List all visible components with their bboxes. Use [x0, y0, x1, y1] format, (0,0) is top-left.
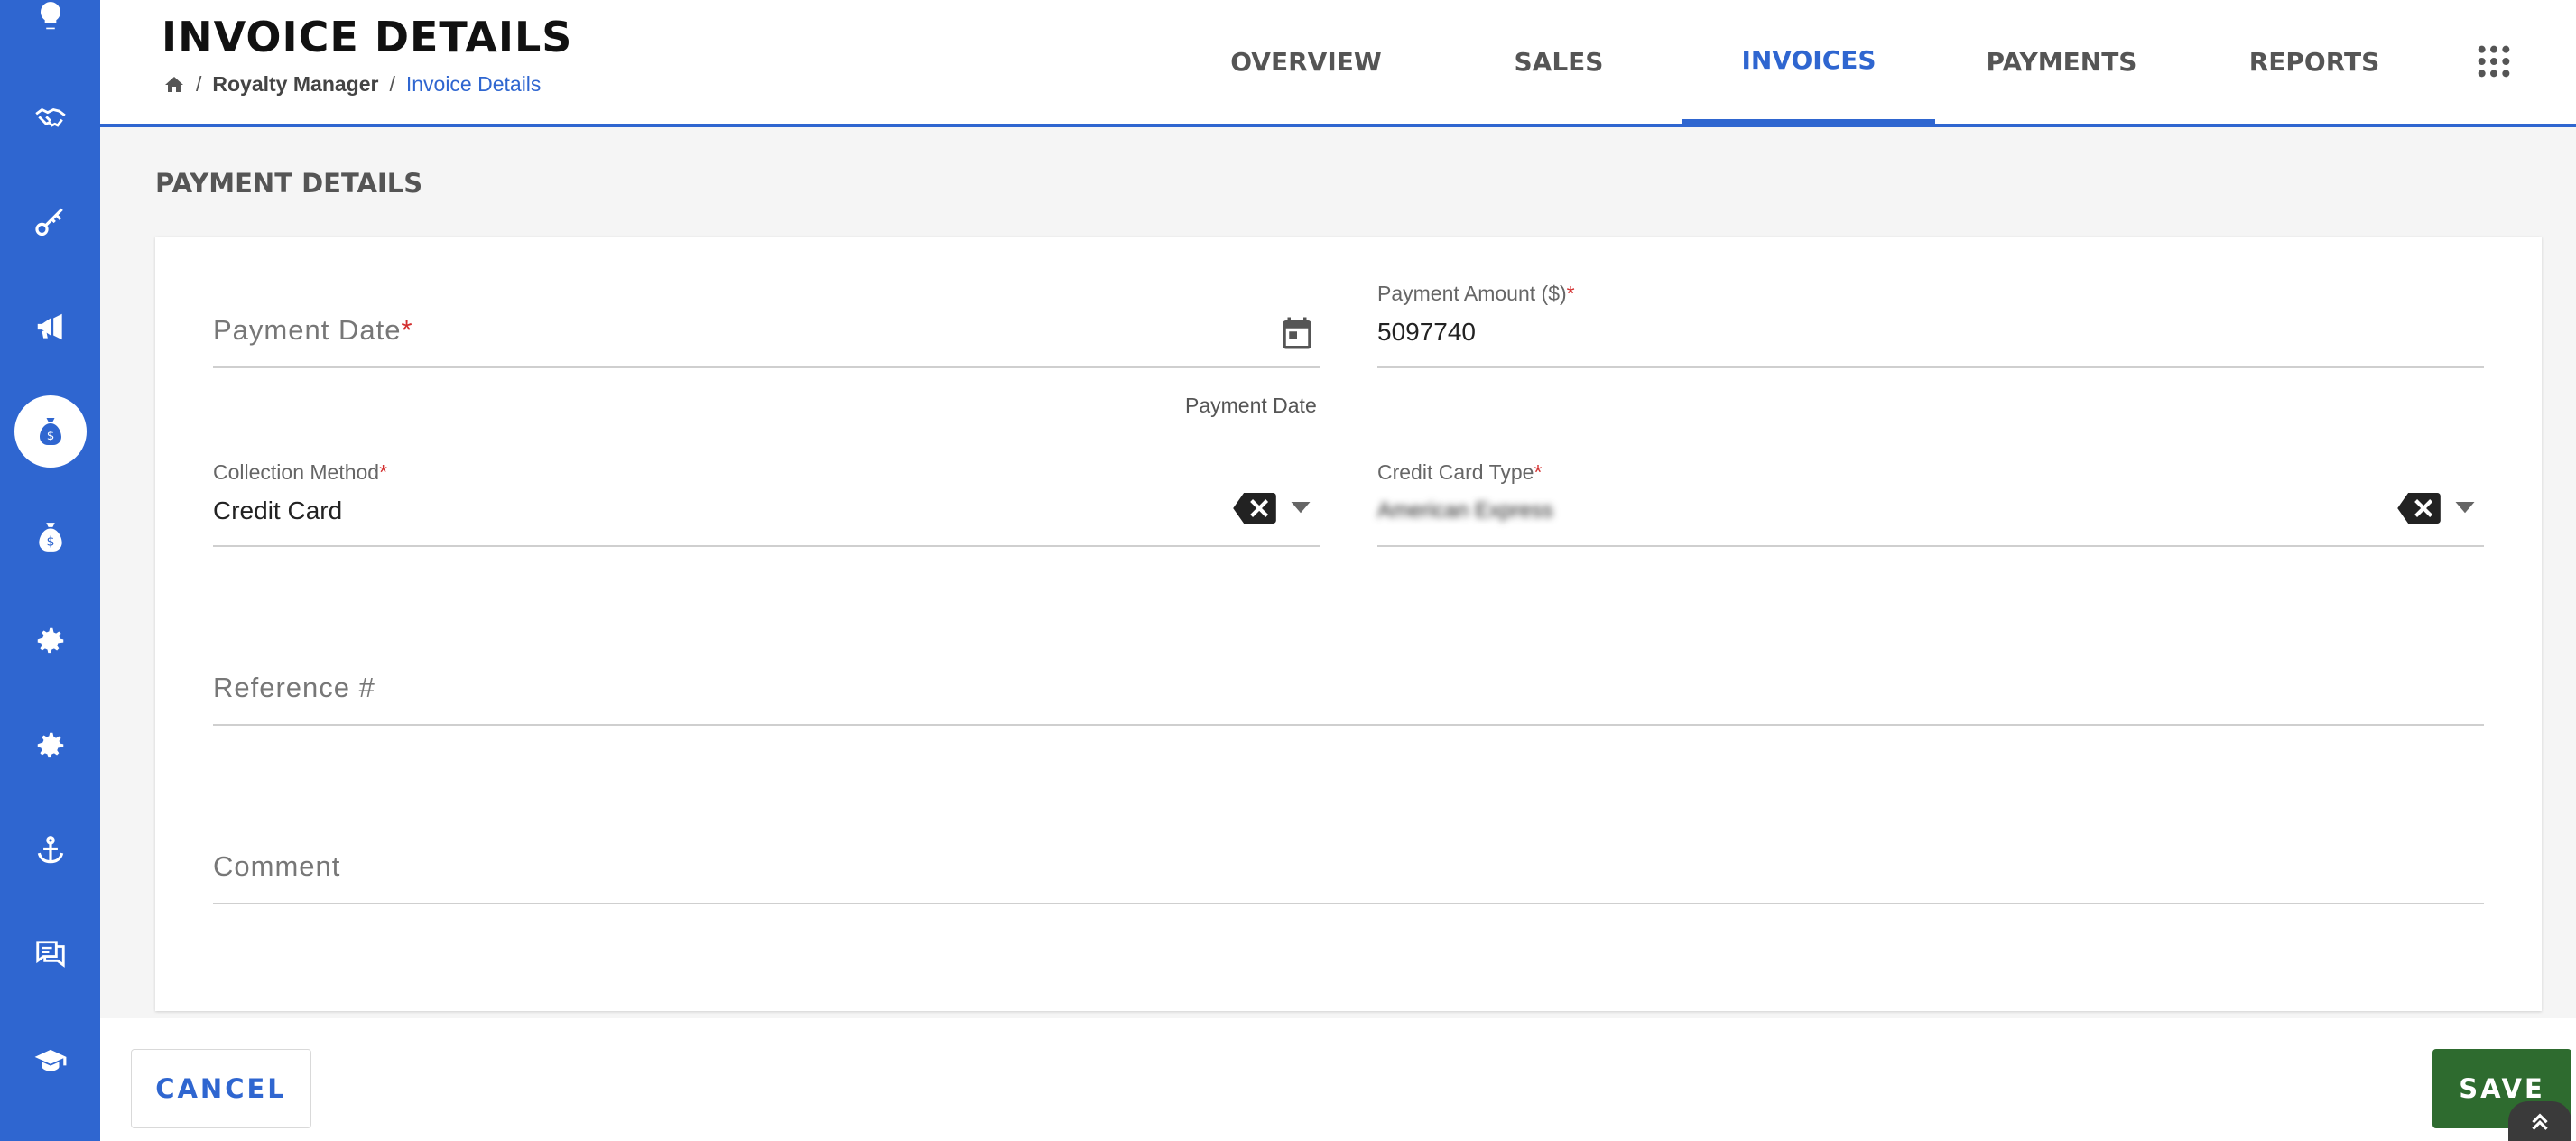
top-header: INVOICE DETAILS / Royalty Manager / Invo…: [100, 0, 2576, 127]
money-bag-icon: $: [39, 418, 61, 445]
app: $ $ INVOICE DETAILS / Royalty Manager /: [0, 0, 2576, 1141]
collection-method-label: Collection Method*: [213, 460, 388, 484]
credit-card-type-value: American Express: [1377, 498, 1553, 523]
sidebar-item-finance[interactable]: $: [0, 501, 100, 573]
payment-date-underline: [213, 366, 1320, 368]
graduation-cap-icon: [34, 1049, 66, 1071]
chevron-down-icon[interactable]: [2455, 502, 2475, 515]
credit-card-type-label: Credit Card Type*: [1377, 460, 1543, 484]
key-icon: [34, 208, 63, 237]
money-bag-icon: $: [38, 523, 62, 552]
required-mark: *: [1566, 282, 1575, 305]
payment-date-field[interactable]: Payment Date* Payment Date: [213, 282, 1320, 426]
required-mark: *: [1534, 460, 1543, 484]
sidebar-item-partners[interactable]: [0, 82, 100, 154]
reference-field[interactable]: Reference #: [213, 652, 2484, 733]
required-mark: *: [401, 314, 413, 346]
payment-amount-underline: [1377, 366, 2484, 368]
tab-invoices[interactable]: INVOICES: [1682, 0, 1935, 124]
sidebar-item-messages[interactable]: [0, 919, 100, 991]
gear-icon: [37, 732, 63, 758]
handshake-icon: [34, 107, 66, 127]
reference-label: Reference #: [213, 672, 375, 703]
tab-payments[interactable]: PAYMENTS: [1935, 0, 2188, 124]
credit-card-type-select[interactable]: Credit Card Type* American Express: [1377, 460, 2484, 551]
tab-bar: OVERVIEW SALES INVOICES PAYMENTS REPORTS: [100, 0, 2576, 124]
payment-date-label: Payment Date*: [213, 314, 413, 346]
payment-date-helper-text: Payment Date: [1185, 394, 1317, 417]
svg-text:$: $: [46, 535, 54, 550]
sidebar-item-configuration[interactable]: [0, 710, 100, 782]
sidebar: $ $: [0, 0, 100, 1141]
scroll-to-top-button[interactable]: [2508, 1101, 2571, 1141]
sidebar-item-marketing[interactable]: [0, 291, 100, 363]
chevron-down-icon[interactable]: [1291, 502, 1311, 515]
payment-amount-label: Payment Amount ($)*: [1377, 282, 1575, 305]
payment-amount-field[interactable]: Payment Amount ($)* 5097740: [1377, 282, 2484, 372]
clear-selection-icon[interactable]: [2397, 493, 2441, 524]
svg-text:$: $: [46, 429, 54, 443]
lightbulb-icon: [40, 2, 60, 30]
tab-overview[interactable]: OVERVIEW: [1180, 0, 1432, 124]
tab-reports[interactable]: REPORTS: [2188, 0, 2441, 124]
sidebar-item-support[interactable]: [0, 814, 100, 886]
collection-method-value: Credit Card: [213, 496, 343, 524]
sidebar-item-licenses[interactable]: [0, 186, 100, 258]
collection-method-select[interactable]: Collection Method* Credit Card: [213, 460, 1320, 551]
sidebar-item-training[interactable]: [0, 1024, 100, 1096]
comment-field[interactable]: Comment: [213, 830, 2484, 912]
apps-grid-icon[interactable]: [2476, 43, 2512, 79]
reference-underline: [213, 724, 2484, 726]
active-indicator: $: [14, 395, 87, 468]
payment-amount-input[interactable]: 5097740: [1377, 318, 1476, 347]
required-mark: *: [379, 460, 388, 484]
clear-selection-icon[interactable]: [1233, 493, 1276, 524]
section-title: PAYMENT DETAILS: [155, 168, 423, 199]
sidebar-item-royalties[interactable]: $: [0, 395, 100, 468]
anchor-icon: [37, 836, 63, 864]
comment-label: Comment: [213, 850, 341, 882]
calendar-icon[interactable]: [1278, 314, 1316, 352]
chevrons-up-icon: [2532, 1113, 2548, 1130]
footer-actions: CANCEL SAVE: [100, 1018, 2576, 1141]
comment-underline: [213, 903, 2484, 904]
collection-method-underline: [213, 545, 1320, 547]
sidebar-item-ideas[interactable]: [0, 0, 100, 52]
payment-details-card: Payment Date* Payment Date Payment Amoun…: [155, 237, 2542, 1011]
gear-icon: [37, 627, 63, 654]
sidebar-item-settings[interactable]: [0, 605, 100, 677]
megaphone-icon: [37, 313, 62, 340]
tab-sales[interactable]: SALES: [1432, 0, 1685, 124]
credit-card-type-underline: [1377, 545, 2484, 547]
chat-icon: [35, 941, 65, 968]
cancel-button[interactable]: CANCEL: [131, 1049, 311, 1128]
